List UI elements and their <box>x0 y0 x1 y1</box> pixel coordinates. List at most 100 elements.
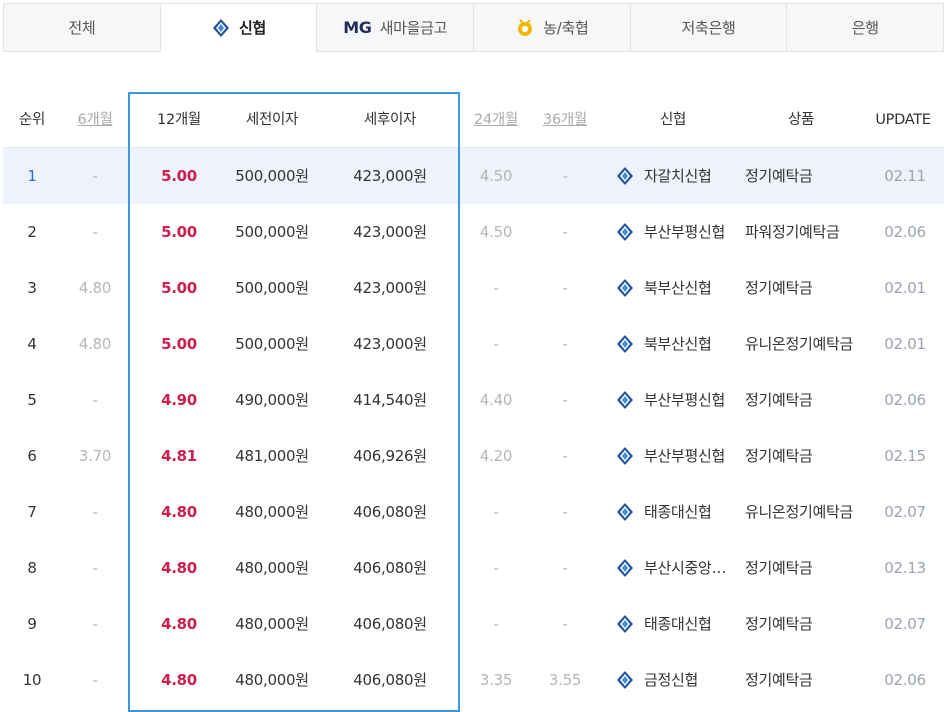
bank-cell: 북부산신협 <box>615 260 739 316</box>
rate-24m-cell: 4.50 <box>479 167 513 185</box>
table-row[interactable]: 7 - 4.80 480,000원 406,080원 - - 태종대신협 유니온… <box>3 484 944 540</box>
aftertax-cell: 423,000원 <box>353 223 427 241</box>
col-24m[interactable]: 24개월 <box>461 92 531 148</box>
bank-cell: 부산부평신협 <box>615 428 739 484</box>
rate-24m-cell: - <box>493 335 499 353</box>
bank-name[interactable]: 부산부평신협 <box>644 204 725 260</box>
rate-12m-cell: 4.80 <box>161 671 197 689</box>
table-row[interactable]: 5 - 4.90 490,000원 414,540원 4.40 - 부산부평신협… <box>3 372 944 428</box>
rate-24m-cell: - <box>493 615 499 633</box>
tab-all[interactable]: 전체 <box>3 3 160 52</box>
tab-saemaeul[interactable]: MG 새마을금고 <box>316 3 474 52</box>
shinhyup-logo-icon <box>615 558 635 578</box>
rate-12m-cell: 4.81 <box>161 447 197 465</box>
bank-name[interactable]: 북부산신협 <box>644 260 712 316</box>
bank-cell: 부산부평신협 <box>615 204 739 260</box>
col-12m[interactable]: 12개월 <box>141 92 217 148</box>
rate-6m-cell: - <box>92 391 98 409</box>
bank-name[interactable]: 부산부평신협 <box>644 372 725 428</box>
table-header: 순위 6개월 12개월 세전이자 세후이자 24개월 36개월 신협 상품 UP… <box>3 92 944 148</box>
pretax-cell: 500,000원 <box>235 223 309 241</box>
rate-6m-cell: - <box>92 671 98 689</box>
table-row[interactable]: 4 4.80 5.00 500,000원 423,000원 - - 북부산신협 … <box>3 316 944 372</box>
bank-name[interactable]: 북부산신협 <box>644 316 712 372</box>
aftertax-cell: 406,080원 <box>353 615 427 633</box>
tab-label: 전체 <box>68 19 96 37</box>
update-cell: 02.06 <box>884 391 926 409</box>
col-update: UPDATE <box>875 112 931 128</box>
rate-12m-cell: 5.00 <box>161 279 197 297</box>
bank-name[interactable]: 부산부평신협 <box>644 428 725 484</box>
rate-36m-cell: 3.55 <box>548 671 582 689</box>
tab-bank[interactable]: 은행 <box>786 3 944 52</box>
product-cell[interactable]: 정기예탁금 <box>745 596 865 652</box>
table-row[interactable]: 2 - 5.00 500,000원 423,000원 4.50 - 부산부평신협… <box>3 204 944 260</box>
col-pretax: 세전이자 <box>245 112 299 128</box>
shinhyup-logo-icon <box>615 278 635 298</box>
col-product: 상품 <box>787 112 815 128</box>
product-cell[interactable]: 파워정기예탁금 <box>745 204 865 260</box>
tab-label: 은행 <box>851 19 879 37</box>
nonghyup-logo-icon <box>515 18 535 38</box>
product-cell[interactable]: 정기예탁금 <box>745 372 865 428</box>
tab-label: 저축은행 <box>681 19 736 37</box>
bank-name[interactable]: 금정신협 <box>644 652 698 708</box>
product-cell[interactable]: 정기예탁금 <box>745 260 865 316</box>
pretax-cell: 490,000원 <box>235 391 309 409</box>
product-cell[interactable]: 정기예탁금 <box>745 148 865 204</box>
rate-24m-cell: 4.20 <box>479 447 513 465</box>
rate-24m-cell: - <box>493 279 499 297</box>
table-row[interactable]: 9 - 4.80 480,000원 406,080원 - - 태종대신협 정기예… <box>3 596 944 652</box>
table-row[interactable]: 6 3.70 4.81 481,000원 406,926원 4.20 - 부산부… <box>3 428 944 484</box>
rate-6m-cell: 4.80 <box>78 279 112 297</box>
tab-shinhyup[interactable]: 신협 <box>159 3 317 52</box>
rank-cell: 6 <box>27 447 37 465</box>
bank-name[interactable]: 부산시중앙… <box>644 540 727 596</box>
rate-12m-cell: 5.00 <box>161 167 197 185</box>
pretax-cell: 500,000원 <box>235 279 309 297</box>
rate-36m-cell: - <box>562 391 568 409</box>
aftertax-cell: 423,000원 <box>353 279 427 297</box>
table-row[interactable]: 8 - 4.80 480,000원 406,080원 - - 부산시중앙… 정기… <box>3 540 944 596</box>
shinhyup-logo-icon <box>615 446 635 466</box>
table-row[interactable]: 3 4.80 5.00 500,000원 423,000원 - - 북부산신협 … <box>3 260 944 316</box>
bank-cell: 자갈치신협 <box>615 148 739 204</box>
bank-name[interactable]: 태종대신협 <box>644 484 712 540</box>
pretax-cell: 481,000원 <box>235 447 309 465</box>
pretax-cell: 500,000원 <box>235 335 309 353</box>
product-cell[interactable]: 정기예탁금 <box>745 540 865 596</box>
rate-12m-cell: 5.00 <box>161 223 197 241</box>
tab-savings-bank[interactable]: 저축은행 <box>629 3 787 52</box>
institution-tabs: 전체 신협 MG 새마을금고 농/축협 저축은행 은행 <box>3 3 944 52</box>
tab-nonghyup[interactable]: 농/축협 <box>473 3 630 52</box>
product-cell[interactable]: 정기예탁금 <box>745 428 865 484</box>
col-6m[interactable]: 6개월 <box>61 92 129 148</box>
shinhyup-logo-icon <box>615 166 635 186</box>
rank-cell: 10 <box>22 671 42 689</box>
product-cell[interactable]: 유니온정기예탁금 <box>745 484 865 540</box>
pretax-cell: 500,000원 <box>235 167 309 185</box>
rate-36m-cell: - <box>562 615 568 633</box>
rank-cell: 4 <box>27 335 37 353</box>
product-cell[interactable]: 유니온정기예탁금 <box>745 316 865 372</box>
aftertax-cell: 414,540원 <box>353 391 427 409</box>
rate-12m-cell: 4.80 <box>161 559 197 577</box>
rate-6m-cell: - <box>92 503 98 521</box>
shinhyup-logo-icon <box>615 222 635 242</box>
rate-36m-cell: - <box>562 223 568 241</box>
table-row[interactable]: 1 - 5.00 500,000원 423,000원 4.50 - 자갈치신협 … <box>3 148 944 204</box>
bank-name[interactable]: 자갈치신협 <box>644 148 712 204</box>
rate-6m-cell: - <box>92 167 98 185</box>
aftertax-cell: 406,926원 <box>353 447 427 465</box>
col-36m[interactable]: 36개월 <box>531 92 599 148</box>
shinhyup-logo-icon <box>615 502 635 522</box>
aftertax-cell: 406,080원 <box>353 559 427 577</box>
update-cell: 02.01 <box>884 279 926 297</box>
product-cell[interactable]: 정기예탁금 <box>745 652 865 708</box>
table-row[interactable]: 10 - 4.80 480,000원 406,080원 3.35 3.55 금정… <box>3 652 944 708</box>
rate-24m-cell: - <box>493 559 499 577</box>
rate-12m-cell: 4.90 <box>161 391 197 409</box>
update-cell: 02.07 <box>884 615 926 633</box>
bank-name[interactable]: 태종대신협 <box>644 596 712 652</box>
aftertax-cell: 406,080원 <box>353 503 427 521</box>
